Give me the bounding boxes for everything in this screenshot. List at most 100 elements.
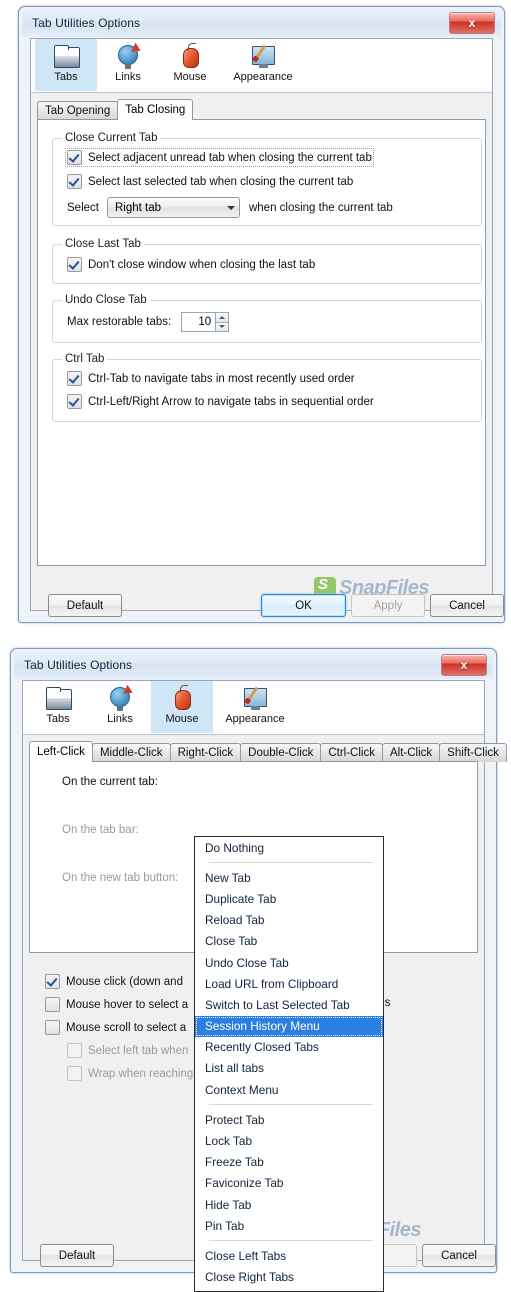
toolbar-item-appearance-2[interactable]: Appearance <box>213 681 297 733</box>
tab-tab-opening[interactable]: Tab Opening <box>37 101 119 120</box>
dropdown-option[interactable]: Faviconize Tab <box>195 1173 383 1194</box>
options-window-mouse: Tab Utilities Options x Tabs Links Mouse <box>10 648 507 1292</box>
toolbar-label-tabs-2: Tabs <box>46 713 70 725</box>
toolbar: Tabs Links Mouse Appearance <box>31 39 492 93</box>
mouse-icon-2 <box>169 685 195 711</box>
dropdown-option[interactable]: Recently Closed Tabs <box>195 1037 383 1058</box>
select-tab-dropdown[interactable]: Right tab <box>106 197 240 218</box>
label-adjacent-unread: Select adjacent unread tab when closing … <box>88 151 372 164</box>
toolbar-item-links-2[interactable]: Links <box>89 681 151 733</box>
dropdown-option[interactable]: Reload Tab <box>195 910 383 931</box>
dropdown-option[interactable]: New Tab <box>195 867 383 888</box>
select-row: Select Right tab when closing the curren… <box>67 197 393 218</box>
dropdown-option[interactable]: Undo Close Tab <box>195 952 383 973</box>
checkbox-last-selected[interactable] <box>67 174 82 189</box>
label-mouse-click: Mouse click (down and <box>66 975 183 988</box>
checkbox-row-mouse-hover[interactable]: Mouse hover to select a <box>45 997 188 1012</box>
toolbar-item-tabs[interactable]: Tabs <box>35 39 97 91</box>
checkbox-row-ctrl-tab-mru[interactable]: Ctrl-Tab to navigate tabs in most recent… <box>67 371 355 386</box>
label-select-prefix: Select <box>67 201 99 214</box>
checkbox-select-left-tab <box>67 1043 82 1058</box>
default-button[interactable]: Default <box>48 594 122 617</box>
ok-button[interactable]: OK <box>261 594 346 617</box>
stepper-down-button[interactable] <box>215 322 230 332</box>
title-bar[interactable]: Tab Utilities Options x <box>22 10 501 37</box>
group-title-close-current-tab: Close Current Tab <box>62 132 161 144</box>
folder-tab-icon <box>53 43 80 69</box>
cancel-button-2[interactable]: Cancel <box>422 1244 496 1267</box>
select-tab-value: Right tab <box>114 201 161 214</box>
tab-shift-click[interactable]: Shift-Click <box>439 743 507 762</box>
dropdown-option[interactable]: Session History Menu <box>195 1015 383 1037</box>
max-restorable-input[interactable]: 10 <box>181 312 216 332</box>
checkbox-dont-close-window[interactable] <box>67 257 82 272</box>
toolbar-item-tabs-2[interactable]: Tabs <box>27 681 89 733</box>
dropdown-option[interactable]: Switch to Last Selected Tab <box>195 994 383 1015</box>
cancel-button[interactable]: Cancel <box>430 594 504 617</box>
folder-tab-icon-2 <box>45 685 72 711</box>
label-max-restorable-tabs: Max restorable tabs: <box>67 316 172 328</box>
checkbox-row-adjacent-unread[interactable]: Select adjacent unread tab when closing … <box>65 148 374 167</box>
checkbox-mouse-click[interactable] <box>45 974 60 989</box>
checkbox-mouse-scroll[interactable] <box>45 1020 60 1035</box>
label-ctrl-arrow-sequential: Ctrl-Left/Right Arrow to navigate tabs i… <box>88 395 374 408</box>
dropdown-option[interactable]: List all tabs <box>195 1058 383 1079</box>
close-icon-2: x <box>460 658 468 672</box>
checkbox-row-dont-close-window[interactable]: Don't close window when closing the last… <box>67 257 315 272</box>
dropdown-option[interactable]: Duplicate Tab <box>195 888 383 909</box>
checkbox-row-mouse-scroll[interactable]: Mouse scroll to select a <box>45 1020 186 1035</box>
max-restorable-row: Max restorable tabs: 10 <box>67 312 230 332</box>
toolbar-item-appearance[interactable]: Appearance <box>221 39 305 91</box>
dropdown-option[interactable]: Load URL from Clipboard <box>195 973 383 994</box>
tab-middle-click[interactable]: Middle-Click <box>91 743 171 762</box>
checkbox-row-mouse-click[interactable]: Mouse click (down and <box>45 974 183 989</box>
checkbox-ctrl-tab-mru[interactable] <box>67 371 82 386</box>
dropdown-option[interactable]: Protect Tab <box>195 1109 383 1130</box>
default-button-2[interactable]: Default <box>40 1244 114 1267</box>
dropdown-separator <box>209 1240 373 1242</box>
action-dropdown-list[interactable]: Do Nothing New Tab Duplicate Tab Reload Tab… <box>194 836 384 1292</box>
checkbox-ctrl-arrow-sequential[interactable] <box>67 394 82 409</box>
tab-ctrl-click[interactable]: Ctrl-Click <box>320 743 383 762</box>
quantity-stepper[interactable]: 10 <box>181 312 230 332</box>
toolbar-item-mouse[interactable]: Mouse <box>159 39 221 91</box>
stepper-up-button[interactable] <box>215 312 230 323</box>
title-bar-2[interactable]: Tab Utilities Options x <box>14 652 493 679</box>
checkbox-adjacent-unread[interactable] <box>67 150 82 165</box>
label-on-new-tab-button: On the new tab button: <box>62 872 179 884</box>
tab-double-click[interactable]: Double-Click <box>240 743 322 762</box>
client-area-2: Tabs Links Mouse Appearance Left-Click M… <box>22 680 507 1292</box>
tab-tab-closing[interactable]: Tab Closing <box>117 99 194 120</box>
label-mouse-hover: Mouse hover to select a <box>66 998 189 1011</box>
dropdown-option[interactable]: Close Right Tabs <box>195 1267 383 1288</box>
group-ctrl-tab: Ctrl Tab Ctrl-Tab to navigate tabs in mo… <box>52 353 482 422</box>
toolbar-item-links[interactable]: Links <box>97 39 159 91</box>
tab-right-click[interactable]: Right-Click <box>169 743 242 762</box>
checkbox-mouse-hover[interactable] <box>45 997 60 1012</box>
dropdown-option[interactable]: Freeze Tab <box>195 1152 383 1173</box>
close-button[interactable]: x <box>449 12 495 34</box>
globe-link-icon <box>115 42 143 69</box>
options-window-tabs: Tab Utilities Options x Tabs Links Mouse <box>18 6 505 623</box>
close-button-2[interactable]: x <box>441 654 487 676</box>
tab-strip: Tab Opening Tab Closing <box>31 99 492 120</box>
dropdown-option[interactable]: Lock Tab <box>195 1130 383 1151</box>
row-on-new-tab-button: On the new tab button: <box>62 872 178 884</box>
dropdown-option[interactable]: Close Tab <box>195 931 383 952</box>
tab-left-click[interactable]: Left-Click <box>29 741 93 762</box>
tab-panel-tab-closing: Close Current Tab Select adjacent unread… <box>37 119 486 566</box>
dropdown-option[interactable]: Hide Tab <box>195 1194 383 1215</box>
checkbox-row-ctrl-arrow-sequential[interactable]: Ctrl-Left/Right Arrow to navigate tabs i… <box>67 394 374 409</box>
dropdown-option[interactable]: Do Nothing <box>195 837 383 858</box>
dropdown-option[interactable]: Close Other Tabs <box>195 1288 383 1291</box>
tab-strip-2: Left-Click Middle-Click Right-Click Doub… <box>23 741 507 762</box>
toolbar-item-mouse-2[interactable]: Mouse <box>151 681 213 733</box>
dropdown-option[interactable]: Close Left Tabs <box>195 1245 383 1266</box>
tab-alt-click[interactable]: Alt-Click <box>381 743 441 762</box>
dropdown-option[interactable]: Pin Tab <box>195 1215 383 1236</box>
group-close-last-tab: Close Last Tab Don't close window when c… <box>52 238 482 284</box>
row-on-current-tab: On the current tab: <box>62 776 158 788</box>
checkbox-row-last-selected[interactable]: Select last selected tab when closing th… <box>67 174 353 189</box>
dropdown-option[interactable]: Context Menu <box>195 1079 383 1100</box>
apply-button: Apply <box>351 594 425 617</box>
